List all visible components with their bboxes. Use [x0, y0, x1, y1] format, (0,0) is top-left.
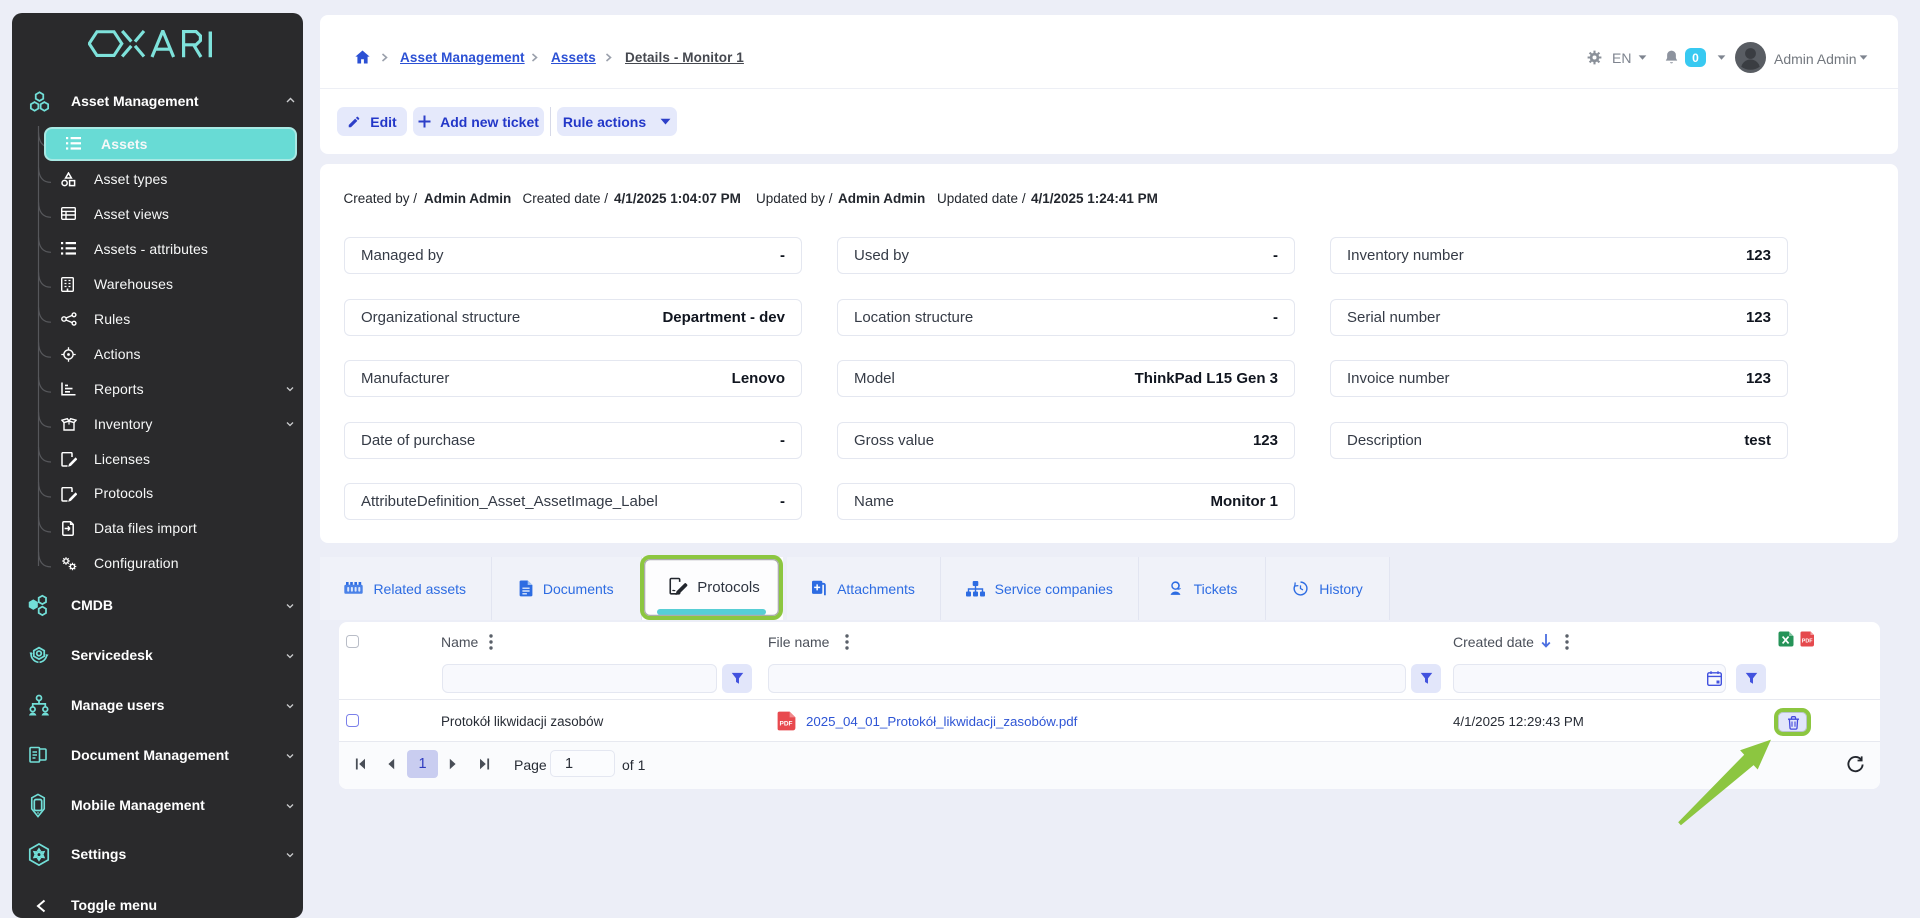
svg-text:PDF: PDF — [780, 721, 793, 728]
svg-text:PDF: PDF — [1802, 639, 1813, 645]
